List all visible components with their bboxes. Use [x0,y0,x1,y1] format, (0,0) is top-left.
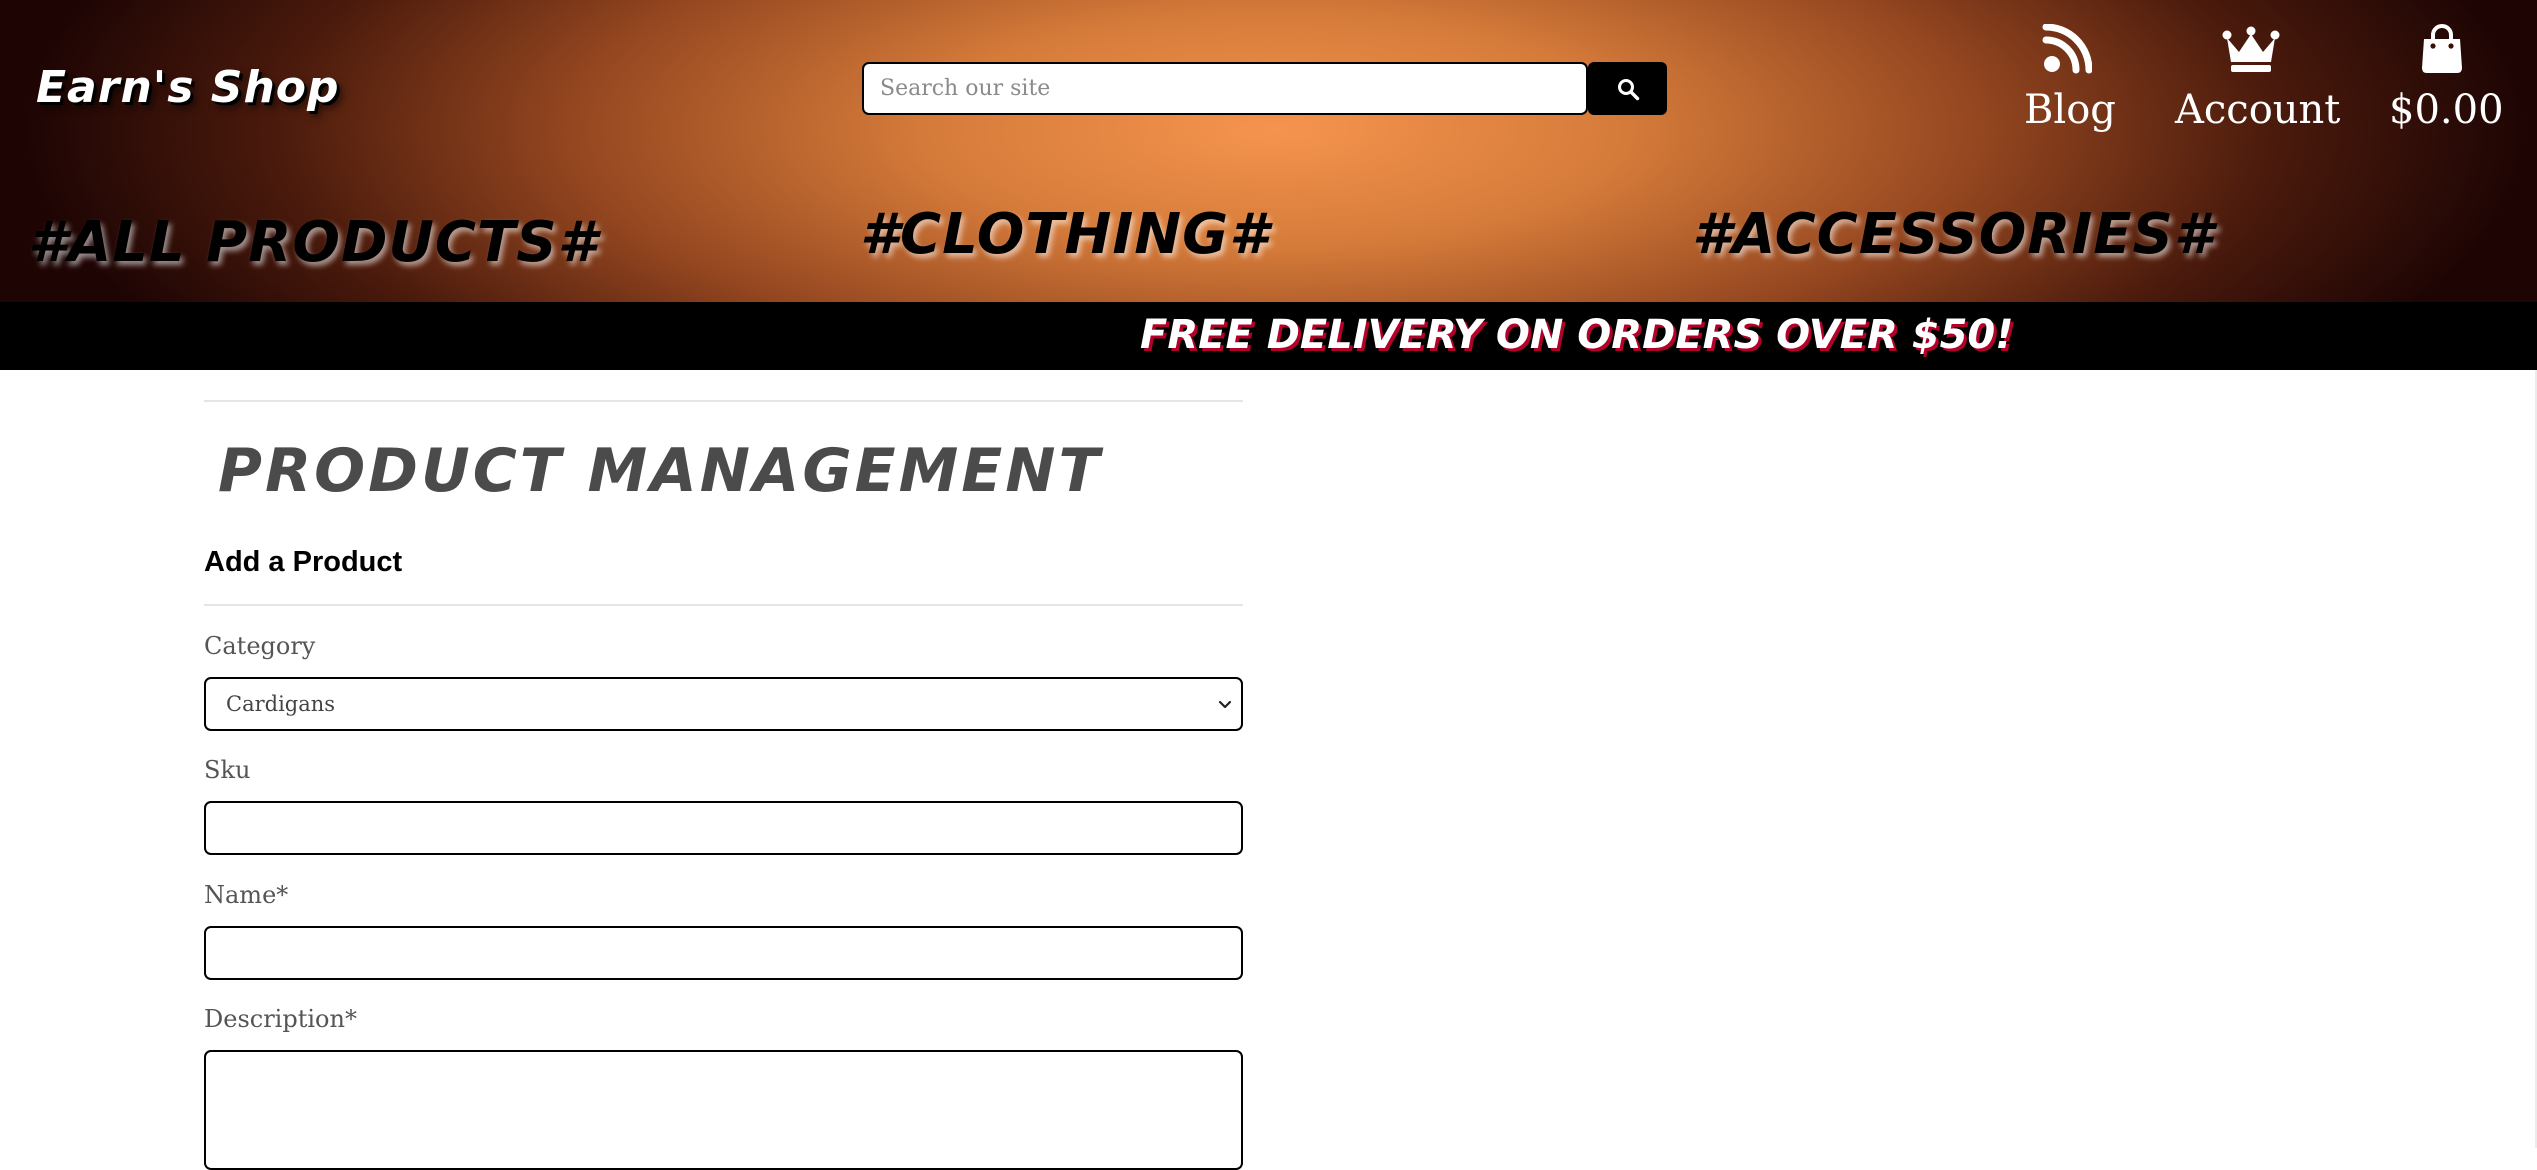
description-field[interactable] [204,1050,1243,1170]
nav-all-products[interactable]: #ALL PRODUCTS# [28,210,598,275]
search-button[interactable] [1588,62,1667,115]
cart-total-link[interactable]: $0.00 [2389,84,2504,136]
category-select[interactable]: Cardigans [204,677,1243,731]
sku-label: Sku [204,756,251,784]
shop-logo[interactable]: Earn's Shop [36,62,340,113]
top-divider [204,400,1243,402]
promo-banner: FREE DELIVERY ON ORDERS OVER $50! [0,302,2537,370]
site-header: Earn's Shop Blog Account $0.00 #ALL PROD… [0,0,2537,302]
name-label: Name* [204,881,289,909]
blog-feed-icon[interactable] [2040,24,2092,76]
product-management-panel: PRODUCT MANAGEMENT Add a Product Categor… [204,400,1243,1170]
shopping-bag-icon[interactable] [2421,24,2463,74]
description-label: Description* [204,1005,357,1033]
chevron-down-icon [1218,700,1232,709]
sku-field[interactable] [204,801,1243,855]
account-link[interactable]: Account [2175,84,2340,136]
section-divider [204,604,1243,606]
search-input[interactable] [862,62,1588,115]
category-label: Category [204,632,316,660]
free-delivery-text: FREE DELIVERY ON ORDERS OVER $50! [1140,312,2014,358]
name-field[interactable] [204,926,1243,980]
page-title: PRODUCT MANAGEMENT [218,436,1103,506]
nav-accessories[interactable]: #ACCESSORIES# [1692,202,2214,267]
nav-clothing[interactable]: #CLOTHING# [860,202,1269,267]
search-icon [1617,78,1639,100]
crown-icon[interactable] [2222,26,2280,74]
section-title: Add a Product [204,546,403,578]
blog-link[interactable]: Blog [2024,84,2116,136]
